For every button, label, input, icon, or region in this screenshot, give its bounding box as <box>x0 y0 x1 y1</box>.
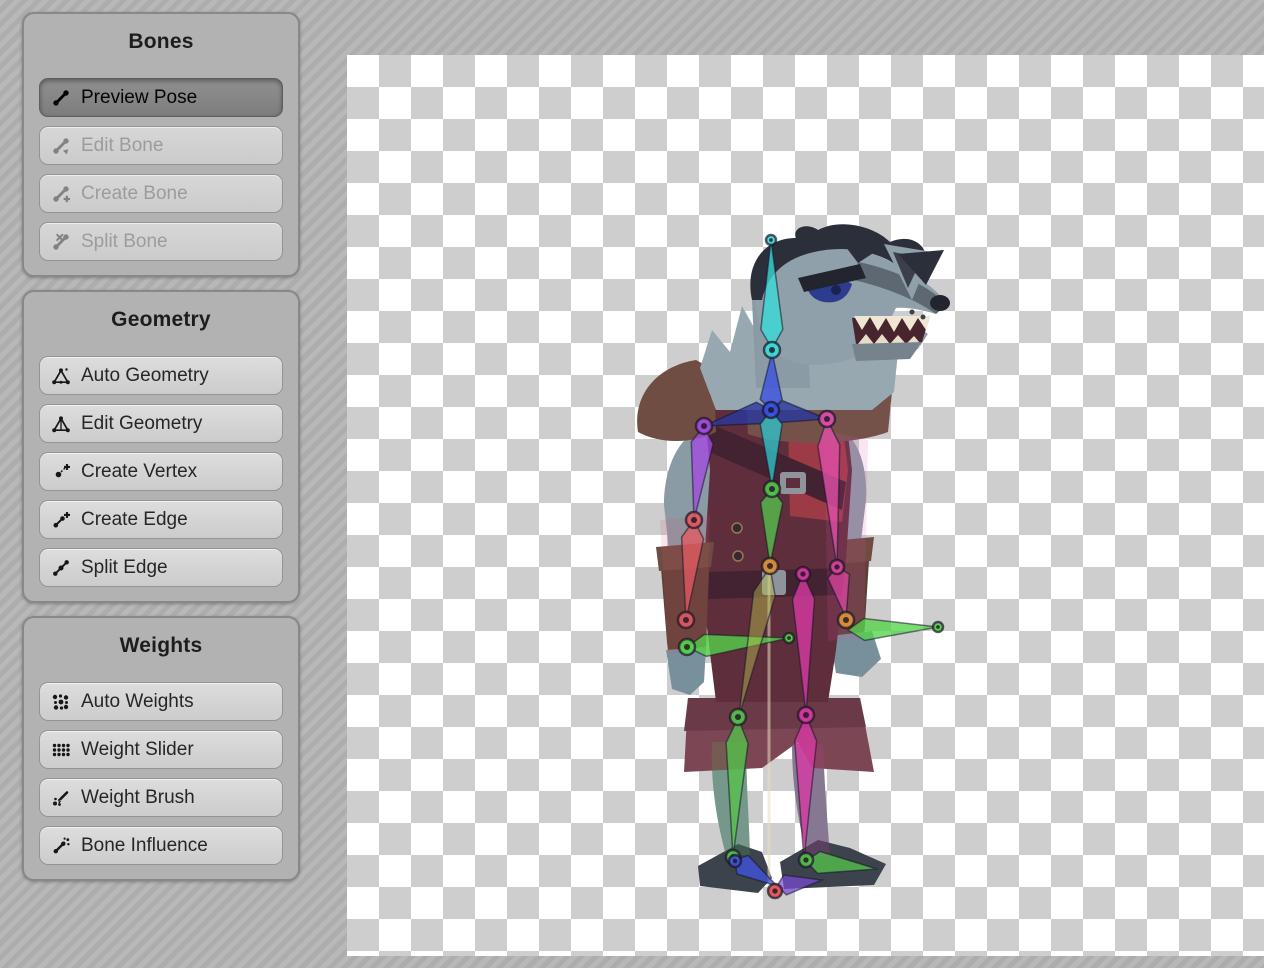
preview-pose-button[interactable]: Preview Pose <box>39 78 283 117</box>
auto-geometry-icon <box>50 365 72 387</box>
weight-brush-icon <box>50 787 72 809</box>
create-edge-button[interactable]: Create Edge <box>39 500 283 539</box>
geometry-panel: Geometry Auto Geometry Edit Geometry Cre… <box>22 290 300 603</box>
button-label: Edit Bone <box>81 135 163 157</box>
split-edge-icon <box>50 557 72 579</box>
split-bone-button[interactable]: Split Bone <box>39 222 283 261</box>
edit-bone-button[interactable]: Edit Bone <box>39 126 283 165</box>
button-label: Bone Influence <box>81 835 208 857</box>
button-label: Split Bone <box>81 231 168 253</box>
button-label: Edit Geometry <box>81 413 202 435</box>
auto-geometry-button[interactable]: Auto Geometry <box>39 356 283 395</box>
weights-panel-title: Weights <box>39 634 283 658</box>
bone-influence-icon <box>50 835 72 857</box>
button-label: Preview Pose <box>81 87 197 109</box>
bones-panel: Bones Preview Pose Edit Bone Create Bone… <box>22 12 300 277</box>
bone-influence-button[interactable]: Bone Influence <box>39 826 283 865</box>
button-label: Weight Slider <box>81 739 194 761</box>
button-label: Create Edge <box>81 509 188 531</box>
button-label: Auto Geometry <box>81 365 209 387</box>
create-vertex-button[interactable]: Create Vertex <box>39 452 283 491</box>
split-bone-icon <box>50 231 72 253</box>
create-edge-icon <box>50 509 72 531</box>
preview-pose-icon <box>50 87 72 109</box>
button-label: Split Edge <box>81 557 168 579</box>
create-vertex-icon <box>50 461 72 483</box>
bones-panel-title: Bones <box>39 30 283 54</box>
edit-geometry-icon <box>50 413 72 435</box>
sprite-canvas[interactable] <box>347 55 1264 956</box>
auto-weights-icon <box>50 691 72 713</box>
weights-panel: Weights Auto Weights Weight Slider Weigh… <box>22 616 300 881</box>
button-label: Weight Brush <box>81 787 195 809</box>
create-bone-button[interactable]: Create Bone <box>39 174 283 213</box>
button-label: Create Vertex <box>81 461 197 483</box>
button-label: Auto Weights <box>81 691 194 713</box>
edit-bone-icon <box>50 135 72 157</box>
auto-weights-button[interactable]: Auto Weights <box>39 682 283 721</box>
split-edge-button[interactable]: Split Edge <box>39 548 283 587</box>
geometry-panel-title: Geometry <box>39 308 283 332</box>
weight-brush-button[interactable]: Weight Brush <box>39 778 283 817</box>
button-label: Create Bone <box>81 183 188 205</box>
weight-slider-button[interactable]: Weight Slider <box>39 730 283 769</box>
skinning-editor-window: Bones Preview Pose Edit Bone Create Bone… <box>0 0 1264 968</box>
weight-slider-icon <box>50 739 72 761</box>
create-bone-icon <box>50 183 72 205</box>
edit-geometry-button[interactable]: Edit Geometry <box>39 404 283 443</box>
